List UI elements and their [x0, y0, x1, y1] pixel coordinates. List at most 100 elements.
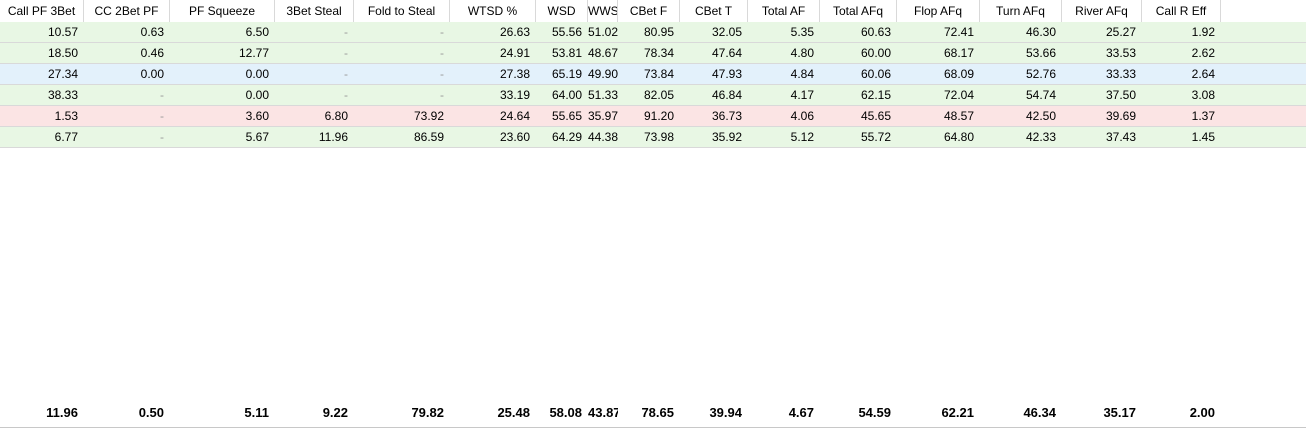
table-row[interactable]: 10.57 0.63 6.50 - - 26.63 55.56 51.02 80.95 32.05…: [0, 22, 1306, 43]
column-header[interactable]: CBet F: [618, 0, 680, 22]
table-cell: 78.34: [643, 46, 674, 60]
table-cell: 6.50: [245, 25, 269, 39]
total-cell: 58.08: [549, 405, 582, 420]
table-cell: 42.50: [1025, 109, 1056, 123]
table-cell: 64.00: [551, 88, 582, 102]
table-cell: 0.63: [140, 25, 164, 39]
column-header[interactable]: CC 2Bet PF: [84, 0, 170, 22]
table-cell: 73.92: [413, 109, 444, 123]
column-header[interactable]: Total AF: [748, 0, 820, 22]
table-cell: 60.63: [860, 25, 891, 39]
column-header[interactable]: WSD: [536, 0, 588, 22]
table-cell: 5.35: [790, 25, 814, 39]
table-cell: 86.59: [413, 130, 444, 144]
table-cell: 6.80: [324, 109, 348, 123]
total-cell: 46.34: [1023, 405, 1056, 420]
total-cell: 5.11: [244, 405, 269, 420]
table-cell: 47.93: [711, 67, 742, 81]
table-cell: 48.57: [943, 109, 974, 123]
table-cell: 54.74: [1025, 88, 1056, 102]
column-header[interactable]: River AFq: [1062, 0, 1142, 22]
table-cell: 5.67: [245, 130, 269, 144]
table-cell: 38.33: [47, 88, 78, 102]
table-cell: 37.50: [1105, 88, 1136, 102]
table-cell: 82.05: [643, 88, 674, 102]
table-cell: 27.34: [47, 67, 78, 81]
table-cell: 47.64: [711, 46, 742, 60]
table-cell: 60.06: [860, 67, 891, 81]
table-cell: 0.00: [140, 67, 164, 81]
column-header[interactable]: PF Squeeze: [170, 0, 275, 22]
table-cell: 42.33: [1025, 130, 1056, 144]
table-cell: 73.98: [643, 130, 674, 144]
table-cell: -: [344, 88, 348, 102]
column-header[interactable]: Fold to Steal: [354, 0, 450, 22]
table-cell: -: [160, 130, 164, 144]
table-cell: 62.15: [860, 88, 891, 102]
table-row[interactable]: 38.33 - 0.00 - - 33.19 64.00 51.33 82.05 46.84 4.1…: [0, 85, 1306, 106]
table-cell: 4.17: [790, 88, 814, 102]
column-header[interactable]: Call R Eff: [1142, 0, 1221, 22]
table-cell: -: [344, 46, 348, 60]
table-cell: -: [440, 88, 444, 102]
table-cell: 1.37: [1191, 109, 1215, 123]
table-cell: 4.06: [790, 109, 814, 123]
table-cell: 32.05: [711, 25, 742, 39]
table-cell: 52.76: [1025, 67, 1056, 81]
table-cell: 44.38: [588, 130, 618, 144]
table-cell: 46.30: [1025, 25, 1056, 39]
table-cell: 35.97: [588, 109, 618, 123]
table-cell: 18.50: [47, 46, 78, 60]
table-cell: 65.19: [551, 67, 582, 81]
table-cell: 46.84: [711, 88, 742, 102]
table-cell: 49.90: [588, 67, 618, 81]
column-header[interactable]: WTSD %: [450, 0, 536, 22]
table-cell: 91.20: [643, 109, 674, 123]
table-row[interactable]: 18.50 0.46 12.77 - - 24.91 53.81 48.67 78.34 47.6…: [0, 43, 1306, 64]
table-cell: 5.12: [790, 130, 814, 144]
table-cell: 72.04: [943, 88, 974, 102]
table-cell: 27.38: [499, 67, 530, 81]
total-cell: 2.00: [1189, 405, 1215, 420]
totals-row: 11.96 0.50 5.11 9.22 79.82 25.48 58.08 43.87 78.…: [0, 400, 1306, 426]
table-cell: 11.96: [318, 130, 348, 144]
table-cell: 23.60: [499, 130, 530, 144]
column-header[interactable]: Turn AFq: [980, 0, 1062, 22]
table-cell: 2.64: [1191, 67, 1215, 81]
column-header[interactable]: 3Bet Steal: [275, 0, 354, 22]
table-cell: 3.60: [245, 109, 269, 123]
table-cell: 51.02: [588, 25, 618, 39]
table-row[interactable]: 1.53 - 3.60 6.80 73.92 24.64 55.65 35.97 91.20 36…: [0, 106, 1306, 127]
table-cell: 0.46: [140, 46, 164, 60]
table-cell: 36.73: [711, 109, 742, 123]
table-cell: 72.41: [943, 25, 974, 39]
table-cell: -: [440, 46, 444, 60]
column-header-row: Call PF 3Bet CC 2Bet PF PF Squeeze 3Bet Ste…: [0, 0, 1306, 23]
total-cell: 78.65: [641, 405, 674, 420]
table-cell: -: [440, 25, 444, 39]
table-cell: 3.08: [1191, 88, 1215, 102]
table-cell: 0.00: [245, 67, 269, 81]
table-cell: 73.84: [643, 67, 674, 81]
total-cell: 62.21: [941, 405, 974, 420]
table-cell: 25.27: [1105, 25, 1136, 39]
column-header[interactable]: Call PF 3Bet: [0, 0, 84, 22]
table-cell: 51.33: [588, 88, 618, 102]
table-cell: 33.33: [1105, 67, 1136, 81]
table-row[interactable]: 27.34 0.00 0.00 - - 27.38 65.19 49.90 73.84 47.93…: [0, 64, 1306, 85]
table-cell: 33.19: [499, 88, 530, 102]
table-cell: 55.65: [551, 109, 582, 123]
table-cell: 12.77: [238, 46, 269, 60]
total-cell: 11.96: [46, 405, 78, 420]
table-cell: 68.09: [943, 67, 974, 81]
column-header[interactable]: Flop AFq: [897, 0, 980, 22]
table-cell: 60.00: [860, 46, 891, 60]
total-cell: 39.94: [709, 405, 742, 420]
column-header[interactable]: WWSF: [588, 0, 618, 22]
column-header[interactable]: Total AFq: [820, 0, 897, 22]
table-cell: 37.43: [1105, 130, 1136, 144]
table-row[interactable]: 6.77 - 5.67 11.96 86.59 23.60 64.29 44.38 73.98 3…: [0, 127, 1306, 148]
total-cell: 43.87: [588, 405, 618, 420]
table-cell: -: [344, 67, 348, 81]
column-header[interactable]: CBet T: [680, 0, 748, 22]
